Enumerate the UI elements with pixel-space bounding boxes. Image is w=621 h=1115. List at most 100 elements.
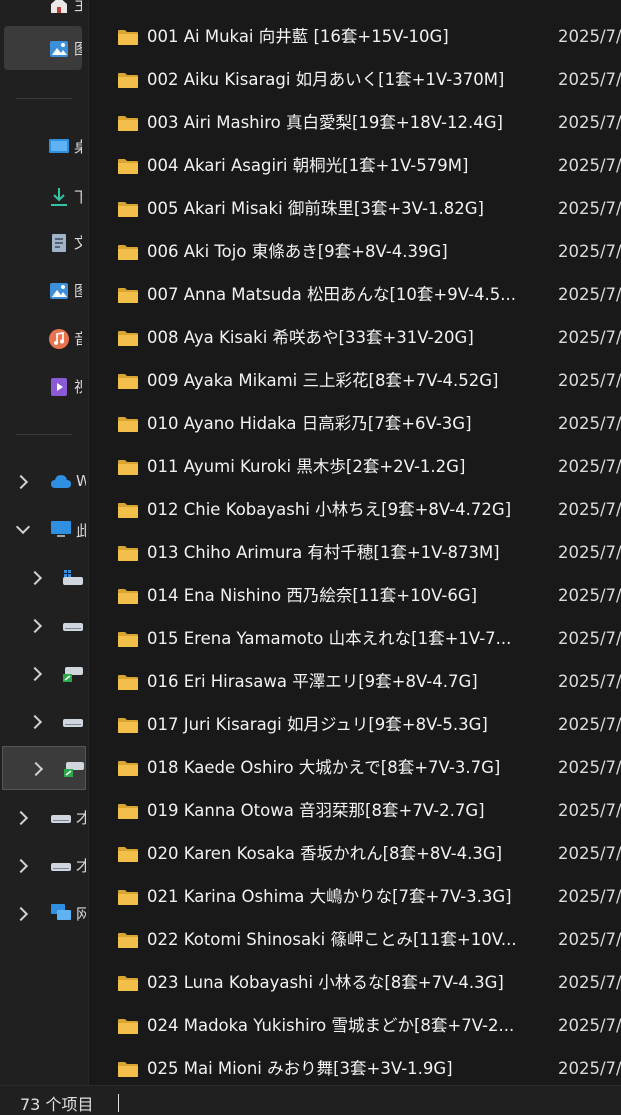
- file-name[interactable]: 009 Ayaka Mikami 三上彩花[8套+7V-4.52G]: [147, 370, 539, 392]
- sidebar-item-gallery[interactable]: 图: [4, 26, 82, 70]
- file-name[interactable]: 018 Kaede Oshiro 大城かえで[8套+7V-3.7G]: [147, 757, 539, 779]
- chevron-right-icon[interactable]: [13, 906, 29, 922]
- tree-item-network-drive[interactable]: [0, 652, 86, 696]
- file-name[interactable]: 005 Akari Misaki 御前珠里[3套+3V-1.82G]: [147, 198, 539, 220]
- file-row[interactable]: 017 Juri Kisaragi 如月ジュリ[9套+8V-5.3G] 2025/…: [89, 704, 621, 747]
- drive-icon: [63, 719, 83, 727]
- tree-item-drive[interactable]: 才: [0, 796, 86, 840]
- file-date: 2025/7/: [558, 586, 621, 605]
- file-row[interactable]: 004 Akari Asagiri 朝桐光[1套+1V-579M] 2025/7/: [89, 145, 621, 188]
- file-name[interactable]: 022 Kotomi Shinosaki 篠岬ことみ[11套+10V...: [147, 929, 539, 951]
- sidebar-item-home[interactable]: 主: [4, 0, 82, 26]
- file-name[interactable]: 004 Akari Asagiri 朝桐光[1套+1V-579M]: [147, 155, 539, 177]
- drive-icon: [51, 815, 71, 823]
- file-name[interactable]: 015 Erena Yamamoto 山本えれな[1套+1V-7...: [147, 628, 539, 650]
- file-name[interactable]: 001 Ai Mukai 向井藍 [16套+15V-10G]: [147, 26, 539, 48]
- file-date: 2025/7/: [558, 887, 621, 906]
- file-date: 2025/7/: [558, 199, 621, 218]
- file-name[interactable]: 002 Aiku Kisaragi 如月あいく[1套+1V-370M]: [147, 69, 539, 91]
- file-row[interactable]: 021 Karina Oshima 大嶋かりな[7套+7V-3.3G] 2025/…: [89, 876, 621, 919]
- file-row[interactable]: 011 Ayumi Kuroki 黒木歩[2套+2V-1.2G] 2025/7/: [89, 446, 621, 489]
- file-name[interactable]: 014 Ena Nishino 西乃絵奈[11套+10V-6G]: [147, 585, 539, 607]
- chevron-down-icon[interactable]: [15, 519, 31, 535]
- file-name[interactable]: 021 Karina Oshima 大嶋かりな[7套+7V-3.3G]: [147, 886, 539, 908]
- tree-item-drive[interactable]: [0, 700, 86, 744]
- tree-item-network[interactable]: 网: [0, 892, 86, 936]
- file-row[interactable]: 002 Aiku Kisaragi 如月あいく[1套+1V-370M] 2025/…: [89, 59, 621, 102]
- folder-icon: [118, 1019, 138, 1034]
- sidebar-item-downloads[interactable]: 下: [4, 174, 82, 218]
- file-name[interactable]: 020 Karen Kosaka 香坂かれん[8套+8V-4.3G]: [147, 843, 539, 865]
- network-drive-icon: [64, 762, 84, 777]
- tree-item-this-pc[interactable]: 此: [0, 508, 86, 552]
- sidebar-item-pictures[interactable]: 图: [4, 268, 82, 312]
- file-row[interactable]: 001 Ai Mukai 向井藍 [16套+15V-10G] 2025/7/: [89, 16, 621, 59]
- file-row[interactable]: 009 Ayaka Mikami 三上彩花[8套+7V-4.52G] 2025/7…: [89, 360, 621, 403]
- file-name[interactable]: 012 Chie Kobayashi 小林ちえ[9套+8V-4.72G]: [147, 499, 539, 521]
- file-row[interactable]: 005 Akari Misaki 御前珠里[3套+3V-1.82G] 2025/7…: [89, 188, 621, 231]
- chevron-right-icon[interactable]: [27, 714, 43, 730]
- folder-icon: [118, 718, 138, 733]
- tree-item-onedrive[interactable]: W: [0, 460, 86, 504]
- file-name[interactable]: 017 Juri Kisaragi 如月ジュリ[9套+8V-5.3G]: [147, 714, 539, 736]
- file-row[interactable]: 013 Chiho Arimura 有村千穂[1套+1V-873M] 2025/7…: [89, 532, 621, 575]
- gallery-icon: [50, 41, 68, 57]
- sidebar-item-documents[interactable]: 文: [4, 220, 82, 264]
- file-row[interactable]: 008 Aya Kisaki 希咲あや[33套+31V-20G] 2025/7/: [89, 317, 621, 360]
- file-row[interactable]: 010 Ayano Hidaka 日高彩乃[7套+6V-3G] 2025/7/: [89, 403, 621, 446]
- chevron-right-icon[interactable]: [27, 618, 43, 634]
- file-name[interactable]: 024 Madoka Yukishiro 雪城まどか[8套+7V-2...: [147, 1015, 539, 1037]
- file-date: 2025/7/: [558, 27, 621, 46]
- sidebar-item-desktop[interactable]: 桌: [4, 124, 82, 168]
- file-date: 2025/7/: [558, 113, 621, 132]
- chevron-right-icon[interactable]: [27, 666, 43, 682]
- folder-icon: [118, 804, 138, 819]
- file-row[interactable]: 007 Anna Matsuda 松田あんな[10套+9V-4.5... 2025…: [89, 274, 621, 317]
- file-name[interactable]: 023 Luna Kobayashi 小林るな[8套+7V-4.3G]: [147, 972, 539, 994]
- file-date: 2025/7/: [558, 801, 621, 820]
- tree-item-drive[interactable]: [0, 604, 86, 648]
- text-cursor: [118, 1094, 119, 1112]
- file-row[interactable]: 014 Ena Nishino 西乃絵奈[11套+10V-6G] 2025/7/: [89, 575, 621, 618]
- file-row[interactable]: 023 Luna Kobayashi 小林るな[8套+7V-4.3G] 2025/…: [89, 962, 621, 1005]
- file-name[interactable]: 008 Aya Kisaki 希咲あや[33套+31V-20G]: [147, 327, 539, 349]
- chevron-right-icon[interactable]: [13, 858, 29, 874]
- file-row[interactable]: 003 Airi Mashiro 真白愛梨[19套+18V-12.4G] 2025…: [89, 102, 621, 145]
- sidebar-item-videos[interactable]: 视: [4, 364, 82, 408]
- chevron-right-icon[interactable]: [13, 810, 29, 826]
- file-list[interactable]: 001 Ai Mukai 向井藍 [16套+15V-10G] 2025/7/002…: [88, 0, 621, 1085]
- sidebar-item-label: 下: [74, 188, 82, 206]
- file-name[interactable]: 003 Airi Mashiro 真白愛梨[19套+18V-12.4G]: [147, 112, 539, 134]
- file-name[interactable]: 011 Ayumi Kuroki 黒木歩[2套+2V-1.2G]: [147, 456, 539, 478]
- folder-icon: [118, 761, 138, 776]
- file-date: 2025/7/: [558, 715, 621, 734]
- file-row[interactable]: 006 Aki Tojo 東條あき[9套+8V-4.39G] 2025/7/: [89, 231, 621, 274]
- file-name[interactable]: 010 Ayano Hidaka 日高彩乃[7套+6V-3G]: [147, 413, 539, 435]
- file-row[interactable]: 015 Erena Yamamoto 山本えれな[1套+1V-7... 2025/…: [89, 618, 621, 661]
- sidebar-item-music[interactable]: 音: [4, 316, 82, 360]
- navigation-pane[interactable]: 主 图 桌 下 文 图 音 视 W 此 才 才 网: [0, 0, 88, 1085]
- file-row[interactable]: 012 Chie Kobayashi 小林ちえ[9套+8V-4.72G] 2025…: [89, 489, 621, 532]
- file-name[interactable]: 007 Anna Matsuda 松田あんな[10套+9V-4.5...: [147, 284, 539, 306]
- this-pc-icon: [51, 521, 71, 537]
- file-name[interactable]: 019 Kanna Otowa 音羽栞那[8套+7V-2.7G]: [147, 800, 539, 822]
- file-row[interactable]: 019 Kanna Otowa 音羽栞那[8套+7V-2.7G] 2025/7/: [89, 790, 621, 833]
- file-name[interactable]: 016 Eri Hirasawa 平澤エリ[9套+8V-4.7G]: [147, 671, 539, 693]
- chevron-right-icon[interactable]: [13, 474, 29, 490]
- tree-item-network-drive-selected[interactable]: [2, 746, 86, 790]
- file-row[interactable]: 022 Kotomi Shinosaki 篠岬ことみ[11套+10V... 202…: [89, 919, 621, 962]
- file-row[interactable]: 024 Madoka Yukishiro 雪城まどか[8套+7V-2... 202…: [89, 1005, 621, 1048]
- file-row[interactable]: 025 Mai Mioni みおり舞[3套+3V-1.9G] 2025/7/: [89, 1048, 621, 1085]
- file-row[interactable]: 020 Karen Kosaka 香坂かれん[8套+8V-4.3G] 2025/7…: [89, 833, 621, 876]
- file-name[interactable]: 013 Chiho Arimura 有村千穂[1套+1V-873M]: [147, 542, 539, 564]
- file-name[interactable]: 025 Mai Mioni みおり舞[3套+3V-1.9G]: [147, 1058, 539, 1080]
- file-row[interactable]: 018 Kaede Oshiro 大城かえで[8套+7V-3.7G] 2025/7…: [89, 747, 621, 790]
- pictures-icon: [50, 283, 68, 299]
- tree-item-drive[interactable]: 才: [0, 844, 86, 888]
- tree-item-drive-c[interactable]: [0, 556, 86, 600]
- chevron-right-icon[interactable]: [28, 761, 44, 777]
- chevron-right-icon[interactable]: [27, 570, 43, 586]
- file-name[interactable]: 006 Aki Tojo 東條あき[9套+8V-4.39G]: [147, 241, 539, 263]
- file-date: 2025/7/: [558, 672, 621, 691]
- file-row[interactable]: 016 Eri Hirasawa 平澤エリ[9套+8V-4.7G] 2025/7/: [89, 661, 621, 704]
